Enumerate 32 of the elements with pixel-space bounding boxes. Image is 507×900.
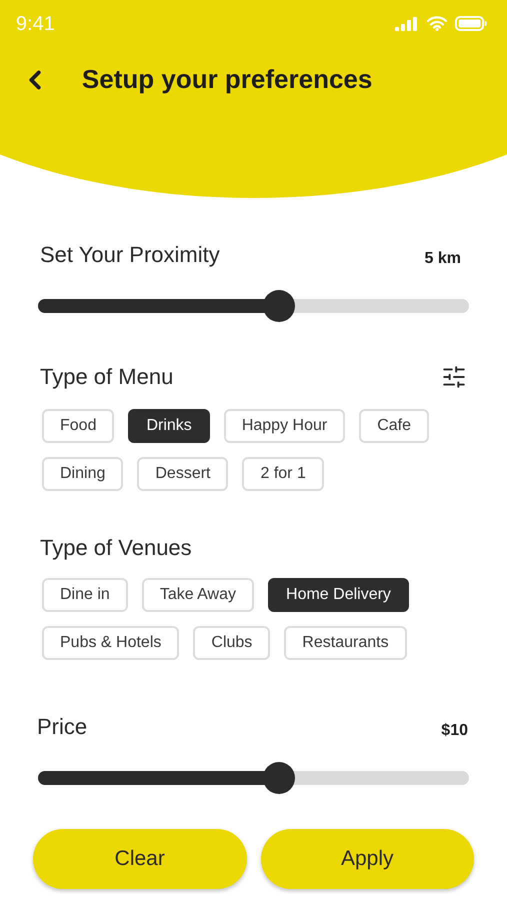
filter-chip[interactable]: Pubs & Hotels <box>42 626 180 660</box>
status-time: 9:41 <box>16 12 55 36</box>
filter-chip[interactable]: Restaurants <box>284 626 407 660</box>
slider-thumb[interactable] <box>263 290 296 322</box>
price-reading: $10 <box>441 721 468 741</box>
filter-chip[interactable]: Dining <box>42 457 124 491</box>
battery-icon <box>455 16 488 31</box>
filter-chip[interactable]: Happy Hour <box>224 409 346 443</box>
section-title: Type of Venues <box>40 535 192 560</box>
filter-chip[interactable]: Dessert <box>137 457 228 491</box>
filter-settings-button[interactable] <box>441 364 467 390</box>
page-title: Setup your preferences <box>82 63 372 96</box>
section-title: Type of Menu <box>40 363 174 391</box>
filter-chip[interactable]: Drinks <box>128 409 210 443</box>
section-title: Price <box>37 713 88 741</box>
filter-chip[interactable]: Clubs <box>193 626 270 660</box>
wifi-icon <box>427 16 448 31</box>
filter-chip[interactable]: Take Away <box>142 578 254 612</box>
clear-button[interactable]: Clear <box>33 829 246 889</box>
filter-chip[interactable]: Food <box>42 409 114 443</box>
filter-chip[interactable]: Home Delivery <box>268 578 409 612</box>
slider[interactable] <box>38 290 469 322</box>
filter-chip[interactable]: Dine in <box>42 578 128 612</box>
filter-chip[interactable]: 2 for 1 <box>242 457 324 491</box>
sliders-icon <box>441 364 467 390</box>
signal-icon <box>395 16 420 30</box>
slider[interactable] <box>38 762 469 794</box>
slider-thumb[interactable] <box>263 762 296 794</box>
section-title: Set Your Proximity <box>40 241 220 269</box>
apply-button[interactable]: Apply <box>260 829 474 889</box>
proximity-reading: 5 km <box>424 249 461 269</box>
filter-chip[interactable]: Cafe <box>359 409 429 443</box>
